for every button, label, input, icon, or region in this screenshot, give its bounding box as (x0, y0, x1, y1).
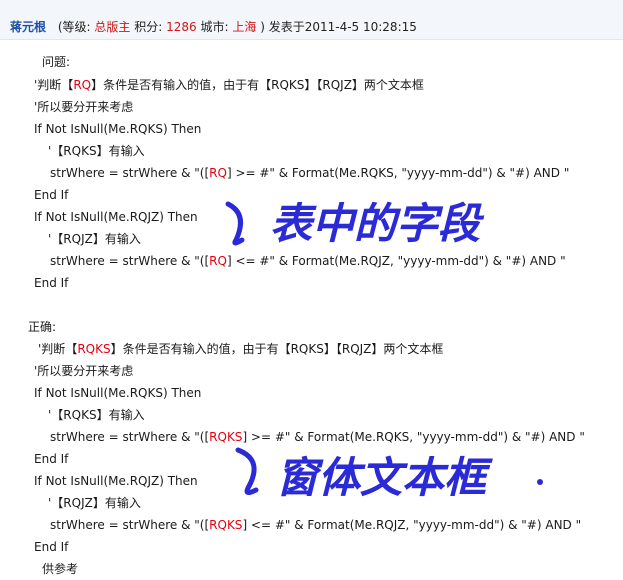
code-line: strWhere = strWhere & "([RQ] >= #" & For… (50, 165, 569, 181)
code-line: '【RQJZ】有输入 (48, 232, 141, 246)
code-line: strWhere = strWhere & "([RQKS] >= #" & F… (50, 429, 585, 445)
closing-text: 供参考 (42, 562, 79, 576)
code-text: ] >= #" & Format(Me.RQKS, "yyyy-mm-dd") … (242, 430, 585, 444)
code-text: strWhere = strWhere & "([ (50, 430, 210, 444)
highlight-text: RQKS (209, 430, 243, 444)
code-text: strWhere = strWhere & "([ (50, 166, 210, 180)
code-line: '【RQKS】有输入 (48, 408, 145, 422)
code-line: If Not IsNull(Me.RQJZ) Then (34, 474, 198, 488)
highlight-text: RQ (209, 254, 227, 268)
code-line: If Not IsNull(Me.RQKS) Then (34, 386, 202, 400)
code-line: '判断【RQ】条件是否有输入的值，由于有【RQKS】【RQJZ】两个文本框 (34, 77, 424, 93)
highlight-text: RQKS (209, 518, 243, 532)
right-heading: 正确: (28, 320, 57, 334)
post-body: 问题: '判断【RQ】条件是否有输入的值，由于有【RQKS】【RQJZ】两个文本… (0, 0, 623, 580)
wrong-heading: 问题: (42, 55, 71, 69)
code-text: strWhere = strWhere & "([ (50, 518, 210, 532)
code-text: 】条件是否有输入的值，由于有【RQKS】【RQJZ】两个文本框 (110, 342, 444, 356)
highlight-text: RQ (209, 166, 227, 180)
code-line: '判断【RQKS】条件是否有输入的值，由于有【RQKS】【RQJZ】两个文本框 (38, 341, 443, 357)
code-line: strWhere = strWhere & "([RQ] <= #" & For… (50, 253, 566, 269)
highlight-text: RQ (73, 78, 92, 92)
code-text: ] <= #" & Format(Me.RQJZ, "yyyy-mm-dd") … (226, 254, 566, 268)
code-line: '【RQKS】有输入 (48, 144, 145, 158)
code-text: ] <= #" & Format(Me.RQJZ, "yyyy-mm-dd") … (242, 518, 582, 532)
code-text: '判断【 (38, 342, 78, 356)
code-line: End If (34, 188, 69, 202)
code-line: strWhere = strWhere & "([RQKS] <= #" & F… (50, 517, 581, 533)
code-line: '所以要分开来考虑 (34, 364, 134, 378)
code-line: End If (34, 276, 69, 290)
code-line: End If (34, 452, 69, 466)
code-text: '判断【 (34, 78, 74, 92)
code-text: 】条件是否有输入的值，由于有【RQKS】【RQJZ】两个文本框 (91, 78, 424, 92)
code-line: '【RQJZ】有输入 (48, 496, 141, 510)
code-text: ] >= #" & Format(Me.RQKS, "yyyy-mm-dd") … (226, 166, 570, 180)
code-line: End If (34, 540, 69, 554)
code-line: If Not IsNull(Me.RQKS) Then (34, 122, 202, 136)
code-text: strWhere = strWhere & "([ (50, 254, 210, 268)
code-line: '所以要分开来考虑 (34, 100, 134, 114)
code-line: If Not IsNull(Me.RQJZ) Then (34, 210, 198, 224)
highlight-text: RQKS (77, 342, 111, 356)
